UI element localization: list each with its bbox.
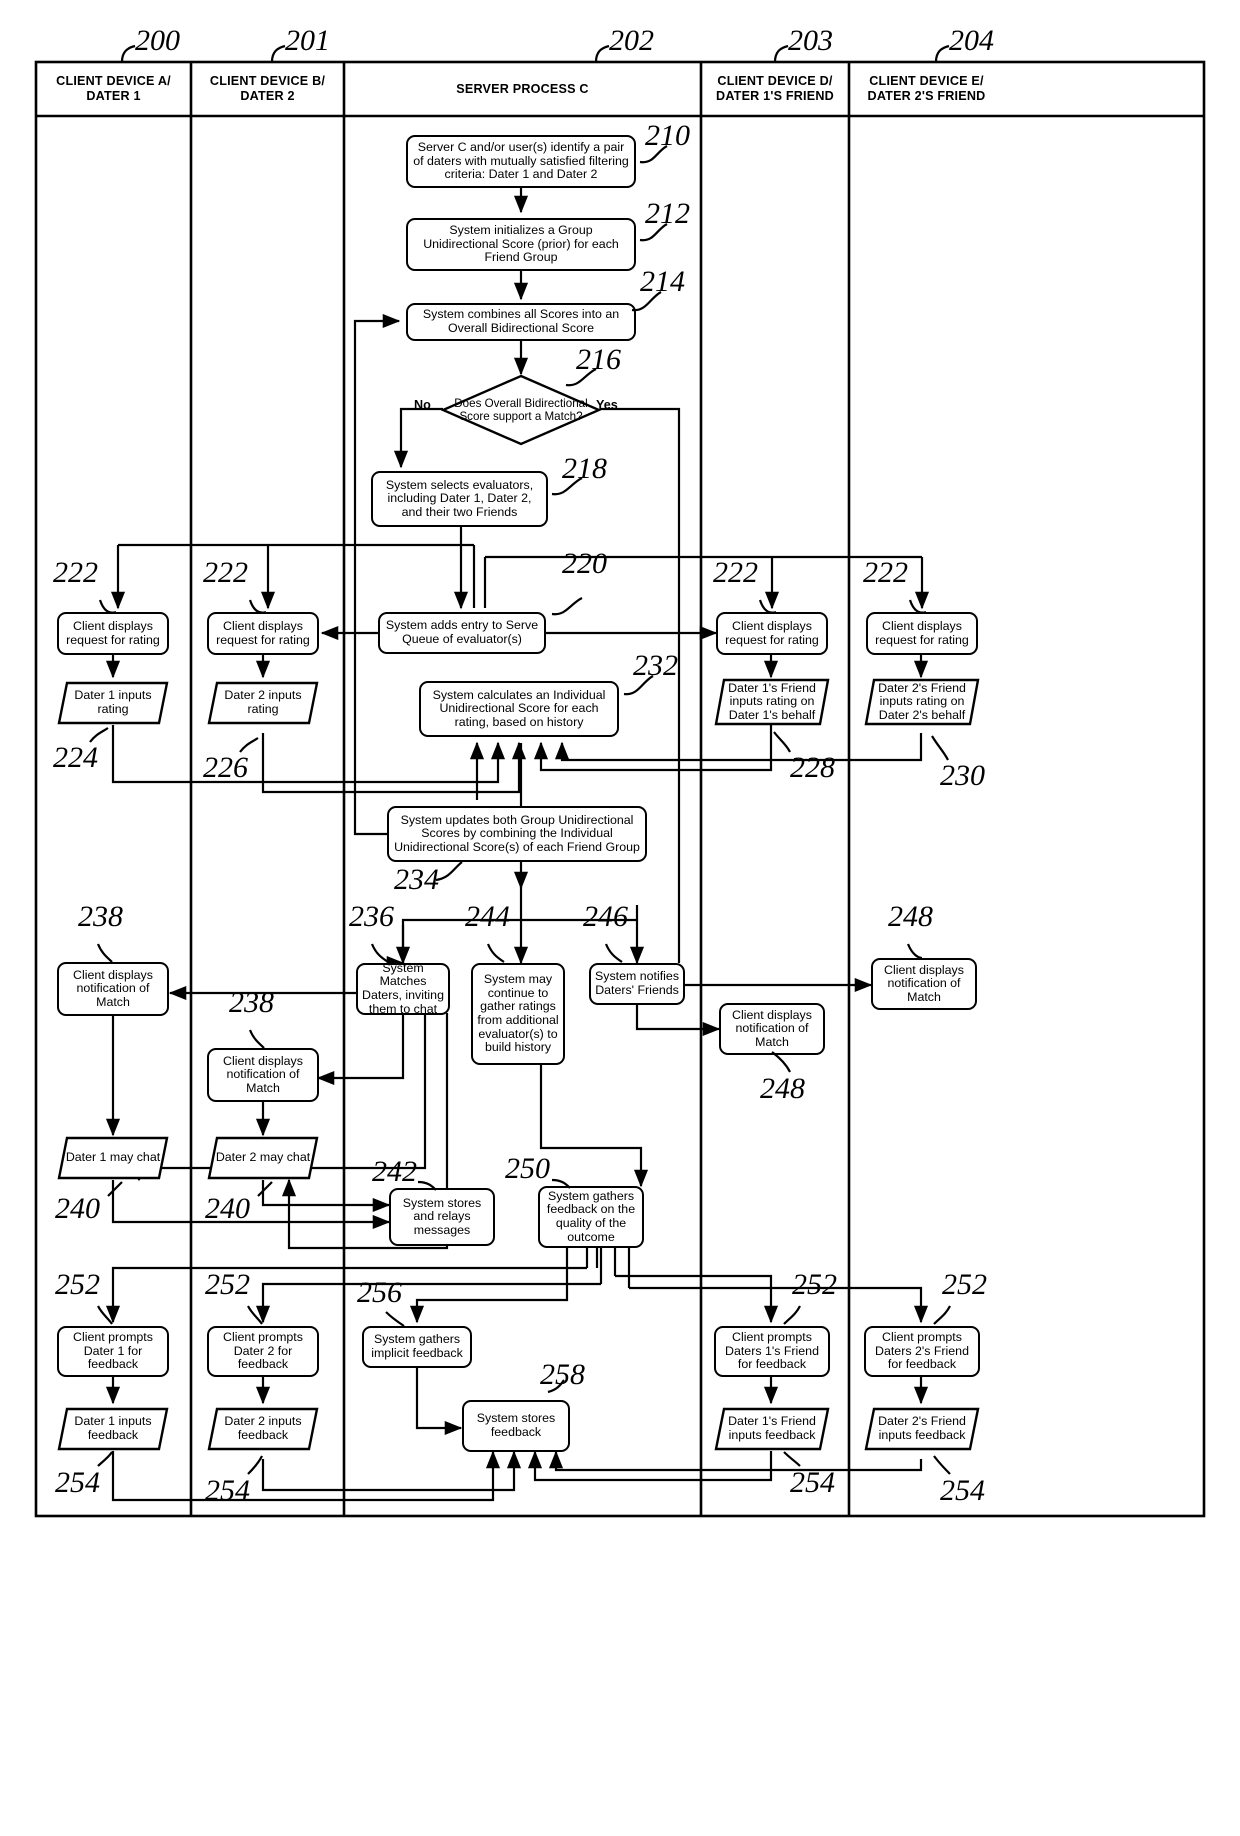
ref-216: 216 [576, 343, 621, 376]
ref-218: 218 [562, 452, 607, 485]
ref-228: 228 [790, 751, 835, 784]
ref-232: 232 [633, 649, 678, 682]
ref-256: 256 [357, 1276, 402, 1309]
io-226-label: Dater 2 inputs rating [224, 688, 302, 716]
io-230: Dater 2's Friend inputs rating on Dater … [864, 678, 980, 726]
ref-236: 236 [349, 900, 394, 933]
ref-248a: 248 [888, 900, 933, 933]
ref-252b: 252 [205, 1268, 250, 1301]
io-240b-label: Dater 2 may chat [215, 1150, 311, 1165]
ref-200: 200 [135, 24, 180, 57]
ref-212: 212 [645, 197, 690, 230]
ref-210: 210 [645, 119, 690, 152]
ref-222d: 222 [863, 556, 908, 589]
ref-204: 204 [949, 24, 994, 57]
decision-216-label: Does Overall Bidirectional Score support… [454, 397, 588, 423]
io-240a-label: Dater 1 may chat [65, 1150, 161, 1165]
ref-240b: 240 [205, 1192, 250, 1225]
ref-234: 234 [394, 863, 439, 896]
io-224-label: Dater 1 inputs rating [74, 688, 152, 716]
io-254c-label: Dater 1's Friend inputs feedback [728, 1414, 816, 1442]
io-228-label: Dater 1's Friend inputs rating on Dater … [728, 680, 816, 722]
patent-figure: CLIENT DEVICE A/ DATER 1 CLIENT DEVICE B… [0, 0, 1240, 1836]
io-254d-label: Dater 2's Friend inputs feedback [878, 1414, 966, 1442]
ref-254a: 254 [55, 1466, 100, 1499]
io-254b-label: Dater 2 inputs feedback [224, 1414, 302, 1442]
ref-220: 220 [562, 547, 607, 580]
ref-224: 224 [53, 741, 98, 774]
ref-242: 242 [372, 1155, 417, 1188]
ref-246: 246 [583, 900, 628, 933]
ref-202: 202 [609, 24, 654, 57]
ref-222b: 222 [203, 556, 248, 589]
ref-248b: 248 [760, 1072, 805, 1105]
ref-238a: 238 [78, 900, 123, 933]
io-230-label: Dater 2's Friend inputs rating on Dater … [878, 680, 966, 722]
ref-240a: 240 [55, 1192, 100, 1225]
ref-252c: 252 [792, 1268, 837, 1301]
ref-214: 214 [640, 265, 685, 298]
ref-254c: 254 [790, 1466, 835, 1499]
ref-254b: 254 [205, 1474, 250, 1507]
ref-254d: 254 [940, 1474, 985, 1507]
ref-226: 226 [203, 751, 248, 784]
io-228: Dater 1's Friend inputs rating on Dater … [714, 678, 830, 726]
reference-numeral-layer: 200 201 202 203 204 210 212 214 216 218 … [0, 0, 1240, 1836]
ref-238b: 238 [229, 986, 274, 1019]
ref-252d: 252 [942, 1268, 987, 1301]
ref-250: 250 [505, 1152, 550, 1185]
ref-244: 244 [465, 900, 510, 933]
ref-252a: 252 [55, 1268, 100, 1301]
ref-222c: 222 [713, 556, 758, 589]
ref-203: 203 [788, 24, 833, 57]
ref-201: 201 [285, 24, 330, 57]
ref-230: 230 [940, 759, 985, 792]
ref-258: 258 [540, 1358, 585, 1391]
io-254a-label: Dater 1 inputs feedback [74, 1414, 152, 1442]
ref-222a: 222 [53, 556, 98, 589]
